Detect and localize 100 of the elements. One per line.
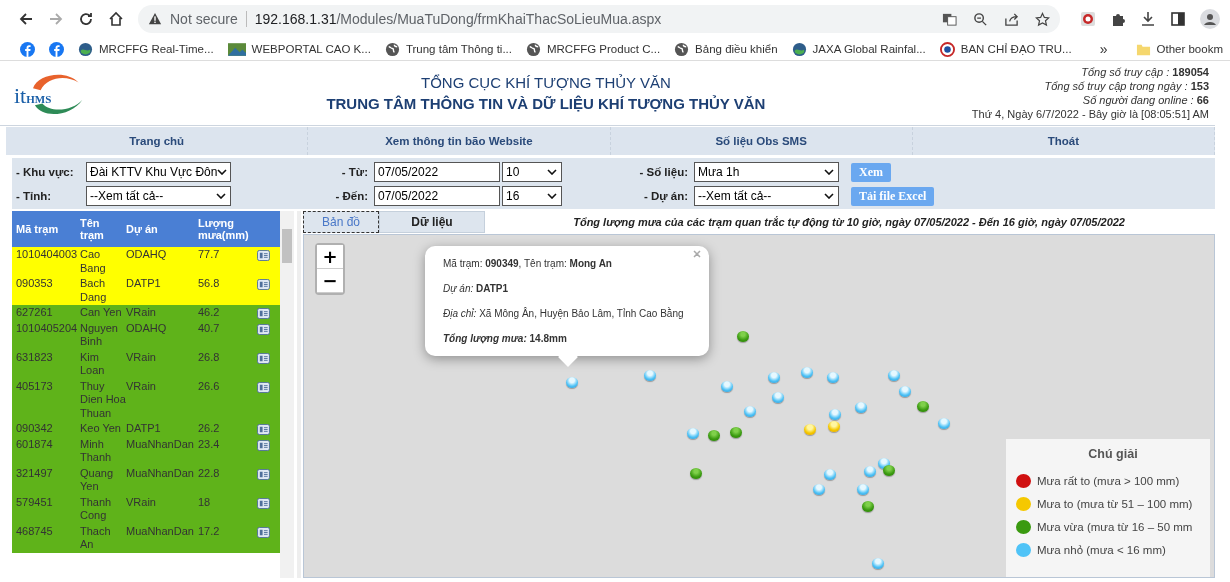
details-icon[interactable]	[257, 352, 270, 364]
star-icon[interactable]	[1035, 11, 1050, 27]
station-marker[interactable]	[772, 392, 784, 403]
table-row[interactable]: 1010404003 Cao Bang ODAHQ 77.7	[12, 247, 280, 276]
zoom-out-button[interactable]: −	[317, 269, 343, 293]
details-icon[interactable]	[257, 308, 270, 319]
station-marker[interactable]	[690, 468, 702, 479]
table-row[interactable]: 090353 Bach Dang DATP1 56.8	[12, 276, 280, 305]
table-row[interactable]: 627261 Can Yen VRain 46.2	[12, 305, 280, 321]
table-row[interactable]: 601874 Minh Thanh MuaNhanDan 23.4	[12, 436, 280, 466]
bookmark[interactable]: MRCFFG Product C...	[526, 41, 661, 57]
station-marker[interactable]	[872, 558, 884, 569]
scrollbar[interactable]	[280, 211, 294, 578]
tab[interactable]: Dữ liệu	[379, 211, 485, 233]
to-hour-select[interactable]: 16	[502, 186, 562, 206]
station-marker[interactable]	[855, 402, 867, 413]
popup-total: Tổng lượng mưa: 14.8mm	[443, 333, 568, 344]
station-marker[interactable]	[721, 381, 733, 392]
map[interactable]	[303, 234, 1215, 578]
tab[interactable]: Bản đồ	[303, 211, 379, 233]
facebook-icon[interactable]	[20, 41, 35, 57]
details-icon[interactable]	[257, 468, 270, 480]
download-icon[interactable]	[1140, 11, 1156, 27]
station-marker[interactable]	[828, 421, 840, 432]
details-icon[interactable]	[257, 381, 270, 393]
details-icon[interactable]	[257, 250, 270, 261]
province-select[interactable]: --Xem tất cả--	[86, 186, 231, 206]
data-select[interactable]: Mưa 1h	[694, 162, 839, 182]
facebook-icon[interactable]	[49, 41, 64, 57]
station-marker[interactable]	[862, 501, 874, 512]
station-marker[interactable]	[888, 370, 900, 381]
station-marker[interactable]	[813, 484, 825, 495]
table-cell-text: 40.7	[198, 321, 221, 336]
region-select[interactable]: Đài KTTV Khu Vực Đôn	[86, 162, 231, 182]
project-select[interactable]: --Xem tất cả--	[694, 186, 839, 206]
address-bar[interactable]: Not secure 192.168.1.31/Modules/MuaTuDong/frmKhaiThacSoLieuMua.aspx	[138, 5, 1060, 33]
station-marker[interactable]	[804, 424, 816, 435]
zoom-in-button[interactable]: +	[317, 245, 343, 269]
table-row[interactable]: 579451 Thanh Cong VRain 18	[12, 494, 280, 524]
station-marker[interactable]	[899, 386, 911, 397]
table-row[interactable]: 321497 Quang Yen MuaNhanDan 22.8	[12, 465, 280, 495]
nav-link[interactable]: Trang chủ	[6, 127, 309, 155]
table-cell-text: 090353	[16, 277, 54, 291]
details-icon[interactable]	[257, 279, 270, 290]
side-panel-icon[interactable]	[1170, 11, 1186, 27]
extension-icon[interactable]	[1080, 11, 1096, 27]
more-bookmarks[interactable]: »	[1099, 41, 1108, 57]
details-icon[interactable]	[257, 323, 270, 335]
station-marker[interactable]	[644, 370, 656, 381]
details-icon[interactable]	[257, 439, 270, 451]
station-marker[interactable]	[687, 428, 699, 439]
table-row[interactable]: 631823 Kim Loan VRain 26.8	[12, 349, 280, 379]
station-marker[interactable]	[737, 331, 749, 342]
table-row[interactable]: 1010405204 Nguyen Binh ODAHQ 40.7	[12, 320, 280, 350]
map-caption: Tổng lượng mưa của các trạm quan trắc tự động từ 10 giờ, ngày 07/05/2022 - Đến 16 giờ, ngày 07/05/2022	[572, 216, 1126, 228]
home-icon[interactable]	[108, 11, 124, 27]
station-marker[interactable]	[864, 466, 876, 477]
details-icon[interactable]	[257, 497, 270, 509]
profile-icon[interactable]	[1200, 9, 1220, 29]
station-marker[interactable]	[768, 372, 780, 383]
details-icon[interactable]	[257, 424, 270, 435]
station-marker[interactable]	[917, 401, 929, 412]
station-marker[interactable]	[829, 409, 841, 420]
zoom-out-icon[interactable]	[973, 11, 988, 27]
chevron-down-icon	[217, 169, 228, 175]
puzzle-icon[interactable]	[1110, 11, 1126, 27]
bookmark[interactable]: Bảng điều khiển	[674, 41, 778, 57]
station-marker[interactable]	[566, 377, 578, 388]
close-icon[interactable]	[693, 250, 701, 258]
reload-icon[interactable]	[78, 11, 94, 27]
back-icon[interactable]	[18, 11, 34, 27]
station-marker[interactable]	[883, 465, 895, 476]
station-marker[interactable]	[827, 372, 839, 383]
table-row[interactable]: 405173 Thuy Dien Hoa Thuan VRain 26.6	[12, 378, 280, 421]
station-marker[interactable]	[938, 418, 950, 429]
station-marker[interactable]	[730, 427, 742, 438]
legend-label: Mưa to (mưa từ 51 – 100 mm)	[1037, 498, 1193, 510]
bookmark[interactable]: Trung tâm Thông ti...	[384, 41, 512, 57]
nav-link[interactable]: Số liệu Obs SMS	[610, 127, 913, 155]
from-hour-select[interactable]: 10	[502, 162, 562, 182]
station-marker[interactable]	[857, 484, 869, 495]
station-marker[interactable]	[824, 469, 836, 480]
details-icon[interactable]	[257, 526, 270, 538]
bookmark[interactable]: JAXA Global Rainfal...	[791, 41, 926, 57]
translate-icon[interactable]	[942, 11, 957, 27]
bookmark[interactable]: WEBPORTAL CAO K...	[227, 42, 371, 56]
table-row[interactable]: 090342 Keo Yen DATP1 26.2	[12, 421, 280, 437]
bookmark[interactable]: MRCFFG Real-Time...	[78, 41, 214, 57]
from-date-field[interactable]: 07/05/2022	[374, 162, 500, 182]
nav-link[interactable]: Thoát	[912, 127, 1215, 155]
station-marker[interactable]	[708, 430, 720, 441]
bookmark[interactable]: BAN CHỈ ĐẠO TRU...	[939, 41, 1072, 57]
station-marker[interactable]	[801, 367, 813, 378]
other-bookmarks[interactable]: Other bookm	[1135, 41, 1223, 57]
to-date-field[interactable]: 07/05/2022	[374, 186, 500, 206]
table-row[interactable]: 468745 Thach An MuaNhanDan 17.2	[12, 523, 280, 553]
station-marker[interactable]	[744, 406, 756, 417]
share-icon[interactable]	[1004, 11, 1019, 27]
nav-link[interactable]: Xem thông tin bão Website	[308, 127, 611, 155]
project-label: - Dự án:	[642, 190, 689, 202]
